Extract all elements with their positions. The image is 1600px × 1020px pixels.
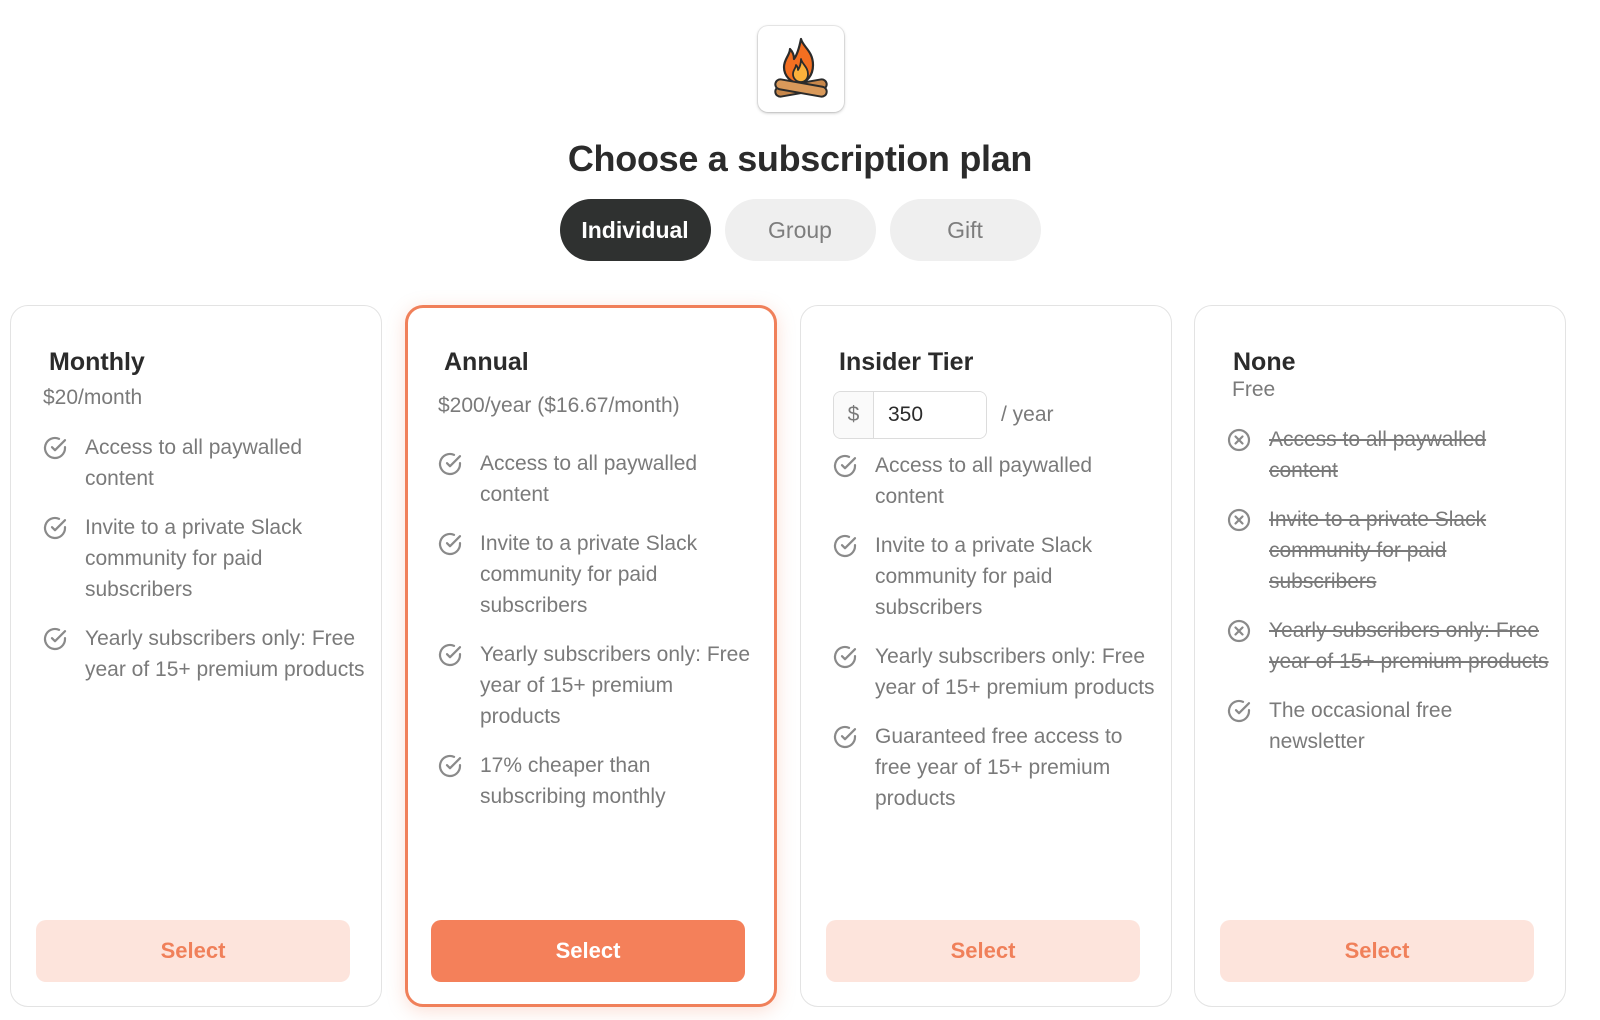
- feature-list: Access to all paywalled content Invite t…: [436, 448, 758, 830]
- tab-group[interactable]: Group: [724, 199, 876, 261]
- plan-name: Insider Tier: [839, 348, 974, 376]
- x-circle-icon: [1225, 506, 1253, 534]
- check-circle-icon: [831, 452, 859, 480]
- check-circle-icon: [831, 723, 859, 751]
- feature-item: Access to all paywalled content: [436, 448, 758, 510]
- check-circle-icon: [1225, 697, 1253, 725]
- check-circle-icon: [436, 752, 464, 780]
- feature-item: Access to all paywalled content: [831, 450, 1155, 512]
- plan-name: None: [1233, 348, 1296, 376]
- check-circle-icon: [436, 450, 464, 478]
- x-circle-icon: [1225, 426, 1253, 454]
- select-monthly-button[interactable]: Select: [36, 920, 350, 982]
- feature-item-excluded: Yearly subscribers only: Free year of 15…: [1225, 615, 1549, 677]
- x-circle-icon: [1225, 617, 1253, 645]
- feature-item: Invite to a private Slack community for …: [41, 512, 365, 605]
- feature-list: Access to all paywalled content Invite t…: [41, 432, 365, 703]
- price-input[interactable]: [874, 392, 986, 438]
- feature-item: Yearly subscribers only: Free year of 15…: [436, 639, 758, 732]
- plan-card-monthly[interactable]: Monthly $20/month Access to all paywalle…: [10, 305, 382, 1007]
- custom-price-row: $ / year: [833, 391, 1054, 439]
- tab-gift[interactable]: Gift: [889, 199, 1041, 261]
- plan-cards: Monthly $20/month Access to all paywalle…: [10, 305, 1590, 1007]
- check-circle-icon: [831, 532, 859, 560]
- plan-name: Monthly: [49, 348, 145, 376]
- price-suffix: / year: [1001, 403, 1054, 426]
- check-circle-icon: [436, 641, 464, 669]
- price-input-group: $: [833, 391, 987, 439]
- check-circle-icon: [41, 625, 69, 653]
- check-circle-icon: [41, 434, 69, 462]
- plan-card-none[interactable]: None Free Access to all paywalled conten…: [1194, 305, 1566, 1007]
- feature-item: Guaranteed free access to free year of 1…: [831, 721, 1155, 814]
- plan-type-toggle: Individual Group Gift: [0, 199, 1600, 261]
- feature-item-excluded: Invite to a private Slack community for …: [1225, 504, 1549, 597]
- select-annual-button[interactable]: Select: [431, 920, 745, 982]
- select-insider-tier-button[interactable]: Select: [826, 920, 1140, 982]
- feature-item: Invite to a private Slack community for …: [436, 528, 758, 621]
- plan-price: $20/month: [43, 386, 143, 409]
- feature-list: Access to all paywalled content Invite t…: [1225, 424, 1549, 775]
- campfire-logo-icon: [758, 26, 844, 112]
- feature-item: The occasional free newsletter: [1225, 695, 1549, 757]
- plan-price: $200/year ($16.67/month): [438, 394, 680, 417]
- feature-item: Yearly subscribers only: Free year of 15…: [831, 641, 1155, 703]
- select-none-button[interactable]: Select: [1220, 920, 1534, 982]
- feature-item-excluded: Access to all paywalled content: [1225, 424, 1549, 486]
- feature-item: Access to all paywalled content: [41, 432, 365, 494]
- page-title: Choose a subscription plan: [567, 138, 1033, 179]
- tab-individual[interactable]: Individual: [559, 199, 711, 261]
- check-circle-icon: [831, 643, 859, 671]
- plan-card-annual[interactable]: Annual $200/year ($16.67/month) Access t…: [405, 305, 777, 1007]
- plan-price: Free: [1232, 378, 1276, 401]
- feature-item: Yearly subscribers only: Free year of 15…: [41, 623, 365, 685]
- feature-item: Invite to a private Slack community for …: [831, 530, 1155, 623]
- feature-item: 17% cheaper than subscribing monthly: [436, 750, 758, 812]
- feature-list: Access to all paywalled content Invite t…: [831, 450, 1155, 832]
- check-circle-icon: [436, 530, 464, 558]
- plan-name: Annual: [444, 348, 529, 376]
- check-circle-icon: [41, 514, 69, 542]
- currency-symbol: $: [834, 392, 874, 438]
- plan-card-insider-tier[interactable]: Insider Tier $ / year Access to all payw…: [800, 305, 1172, 1007]
